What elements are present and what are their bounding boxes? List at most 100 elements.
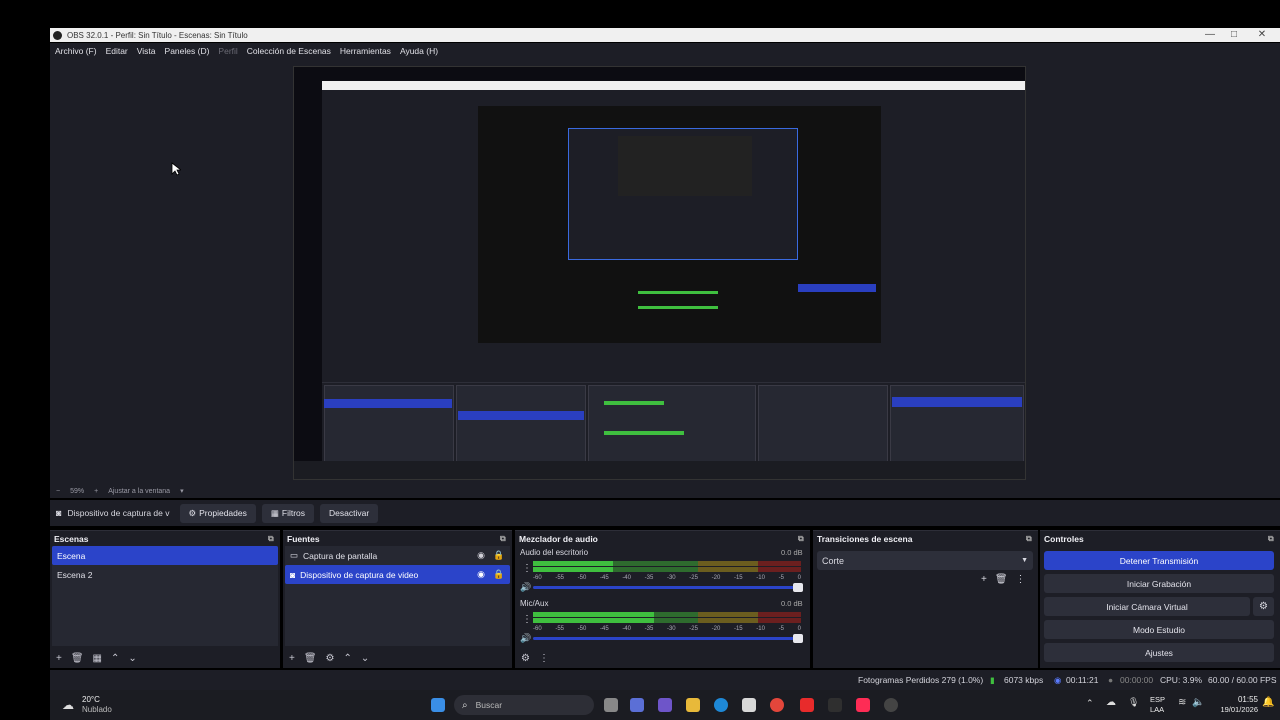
menu-archivo[interactable]: Archivo (F) (55, 46, 97, 56)
tiktok-icon[interactable] (856, 698, 870, 712)
kebab-menu-icon[interactable]: ⋮ (539, 653, 549, 664)
premiere-icon[interactable] (828, 698, 842, 712)
stop-stream-button[interactable]: Detener Transmisión (1044, 551, 1274, 570)
source-item[interactable]: ▭ Captura de pantalla ◉ 🔒 (285, 546, 510, 565)
properties-button[interactable]: ⚙ Propiedades (179, 503, 256, 523)
stream-icon: ◉ (1054, 675, 1062, 685)
mixer-title: Mezclador de audio (519, 533, 598, 544)
menu-paneles[interactable]: Paneles (D) (165, 46, 210, 56)
lock-icon[interactable]: 🔒 (493, 550, 504, 560)
menu-editar[interactable]: Editar (106, 46, 128, 56)
onedrive-icon[interactable]: ☁ (1106, 697, 1116, 708)
speaker-icon[interactable]: 🔊 (520, 582, 531, 593)
volume-icon[interactable]: 🔈 (1192, 697, 1204, 708)
menu-herramientas[interactable]: Herramientas (340, 46, 391, 56)
undock-icon[interactable]: ⧉ (500, 534, 508, 543)
teams-icon[interactable] (658, 698, 672, 712)
undock-icon[interactable]: ⧉ (268, 534, 276, 543)
menu-ayuda[interactable]: Ayuda (H) (400, 46, 438, 56)
obs-logo-icon (53, 30, 62, 40)
kebab-menu-icon[interactable]: ⋮ (522, 563, 532, 574)
menu-coleccion-escenas[interactable]: Colección de Escenas (247, 46, 331, 56)
eye-icon[interactable]: ◉ (476, 569, 486, 579)
virtual-camera-button[interactable]: Iniciar Cámara Virtual (1044, 597, 1250, 616)
kebab-menu-icon[interactable]: ⋮ (522, 614, 532, 625)
menu-perfil: Perfil (218, 46, 238, 56)
lock-icon[interactable]: 🔒 (493, 569, 504, 579)
start-recording-button[interactable]: Iniciar Grabación (1044, 574, 1274, 593)
taskbar-search[interactable]: ⌕ Buscar (454, 695, 594, 715)
trash-icon[interactable]: 🗑 (304, 653, 317, 664)
gear-icon[interactable]: ⚙ (326, 653, 335, 664)
wifi-icon[interactable]: ≋ (1178, 697, 1186, 708)
camera-icon: ◙ (290, 569, 296, 580)
add-icon[interactable]: + (289, 653, 295, 664)
task-view-icon[interactable] (604, 698, 618, 712)
deactivate-button[interactable]: Desactivar (320, 503, 379, 523)
trash-icon[interactable]: 🗑 (71, 653, 84, 664)
scene-item[interactable]: Escena (52, 546, 278, 565)
cpu-usage: CPU: 3.9% (1160, 675, 1203, 685)
lang-bottom[interactable]: LAA (1150, 705, 1164, 714)
weather-desc[interactable]: Nublado (82, 705, 112, 714)
store-icon[interactable] (742, 698, 756, 712)
volume-slider-knob[interactable] (793, 583, 803, 592)
volume-slider[interactable] (533, 583, 803, 592)
clock-time[interactable]: 01:55 (1220, 695, 1258, 704)
menu-vista[interactable]: Vista (137, 46, 156, 56)
volume-slider[interactable] (533, 634, 803, 643)
file-explorer-icon[interactable] (686, 698, 700, 712)
chevron-up-icon[interactable]: ⌃ (1086, 698, 1094, 709)
gear-icon[interactable]: ⚙ (1253, 597, 1274, 616)
filter-icon[interactable]: ▦ (93, 653, 102, 664)
source-name: Dispositivo de captura de v (67, 508, 170, 518)
source-item[interactable]: ◙ Dispositivo de captura de video ◉ 🔒 (285, 565, 510, 584)
clock-date[interactable]: 19/01/2026 (1214, 705, 1258, 714)
settings-button[interactable]: Ajustes (1044, 643, 1274, 662)
lang-top[interactable]: ESP (1150, 695, 1165, 704)
fps: 60.00 / 60.00 FPS (1208, 675, 1277, 685)
zoom-in-button[interactable]: + (94, 488, 98, 495)
preview-canvas[interactable] (293, 66, 1026, 480)
close-button[interactable]: ✕ (1248, 28, 1276, 42)
meter-tick-label: -45 (599, 575, 609, 581)
obs-taskbar-icon[interactable] (884, 698, 898, 712)
scene-item[interactable]: Escena 2 (52, 565, 278, 584)
copilot-icon[interactable] (630, 698, 644, 712)
kebab-menu-icon[interactable]: ⋮ (1016, 574, 1026, 585)
volume-slider-knob[interactable] (793, 634, 803, 643)
scenes-title: Escenas (54, 533, 89, 544)
fit-window-label[interactable]: Ajustar a la ventana (108, 488, 170, 495)
add-icon[interactable]: + (981, 574, 987, 585)
move-up-icon[interactable]: ⌃ (344, 653, 352, 664)
undock-icon[interactable]: ⧉ (1268, 534, 1276, 543)
transition-select[interactable]: Corte ▼ (817, 551, 1033, 570)
chevron-down-icon: ▼ (1021, 557, 1028, 564)
advanced-audio-icon[interactable]: ⚙ (521, 653, 530, 664)
youtube-icon[interactable] (800, 698, 814, 712)
gear-icon: ⚙ (188, 507, 197, 518)
chevron-down-icon[interactable]: ▾ (180, 487, 184, 495)
trash-icon[interactable]: 🗑 (995, 574, 1008, 585)
move-down-icon[interactable]: ⌄ (361, 653, 369, 664)
move-down-icon[interactable]: ⌄ (128, 653, 136, 664)
weather-temp[interactable]: 20°C (82, 695, 100, 704)
chrome-icon[interactable] (770, 698, 784, 712)
filters-button[interactable]: ▦ Filtros (261, 503, 315, 523)
zoom-out-button[interactable]: − (56, 488, 60, 495)
menu-bar: Archivo (F) Editar Vista Paneles (D) Per… (50, 43, 1280, 59)
notification-icon[interactable]: 🔔 (1262, 697, 1274, 708)
undock-icon[interactable]: ⧉ (798, 534, 806, 543)
mixer-channel: Mic/Aux 0.0 dB ⋮ -60 -55 -50 -45 -40 -35 -30 -2… (515, 599, 810, 649)
windows-start-icon[interactable] (431, 698, 445, 712)
move-up-icon[interactable]: ⌃ (111, 653, 119, 664)
meter-tick-label: -45 (599, 626, 609, 632)
studio-mode-button[interactable]: Modo Estudio (1044, 620, 1274, 639)
microphone-icon[interactable]: 🎙 (1128, 697, 1139, 708)
eye-icon[interactable]: ◉ (476, 550, 486, 560)
undock-icon[interactable]: ⧉ (1026, 534, 1034, 543)
speaker-icon[interactable]: 🔊 (520, 633, 531, 644)
edge-icon[interactable] (714, 698, 728, 712)
add-icon[interactable]: + (56, 653, 62, 664)
maximize-button[interactable]: □ (1220, 28, 1248, 42)
